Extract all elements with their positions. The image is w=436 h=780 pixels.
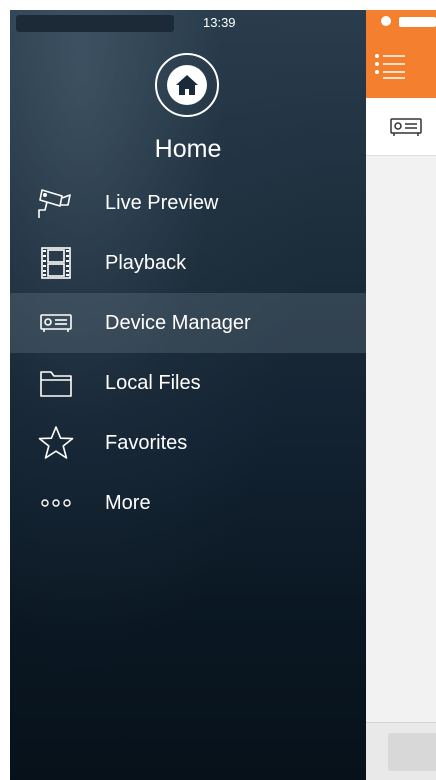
- dvr-icon[interactable]: [389, 116, 423, 138]
- list-menu-icon[interactable]: [374, 52, 406, 80]
- menu-label: Local Files: [105, 371, 201, 394]
- battery-icon: [399, 17, 436, 27]
- home-button[interactable]: [155, 53, 219, 117]
- menu-item-more[interactable]: More: [10, 473, 366, 533]
- device-tab-bar: [366, 98, 436, 156]
- device-manager-page: [366, 10, 436, 780]
- status-bar-carrier: [16, 15, 174, 32]
- more-dots-icon: [36, 485, 76, 521]
- menu-item-device-manager[interactable]: Device Manager: [10, 293, 366, 353]
- app-screen: 13:39 Home Live Preview Playback Device …: [10, 10, 436, 780]
- bottom-action-button[interactable]: [388, 733, 436, 771]
- page-bottom-bar: [366, 722, 436, 780]
- menu-label: Live Preview: [105, 191, 219, 214]
- film-icon: [36, 245, 76, 281]
- menu-label: Favorites: [105, 431, 188, 454]
- menu-label: Playback: [105, 251, 187, 274]
- camera-icon: [36, 185, 76, 221]
- alarm-status-icon: [381, 16, 391, 26]
- star-icon: [36, 425, 76, 461]
- home-label: Home: [154, 135, 222, 163]
- folder-icon: [36, 365, 76, 401]
- page-header: [366, 10, 436, 98]
- side-menu-list: Live Preview Playback Device Manager Loc…: [10, 173, 366, 533]
- menu-item-favorites[interactable]: Favorites: [10, 413, 366, 473]
- menu-label: More: [105, 491, 151, 514]
- menu-item-live-preview[interactable]: Live Preview: [10, 173, 366, 233]
- menu-label: Device Manager: [105, 311, 251, 334]
- side-menu-drawer: 13:39 Home Live Preview Playback Device …: [10, 10, 366, 780]
- status-time: 13:39: [203, 15, 236, 30]
- menu-item-playback[interactable]: Playback: [10, 233, 366, 293]
- house-icon: [167, 65, 207, 105]
- menu-item-local-files[interactable]: Local Files: [10, 353, 366, 413]
- dvr-icon: [36, 305, 76, 341]
